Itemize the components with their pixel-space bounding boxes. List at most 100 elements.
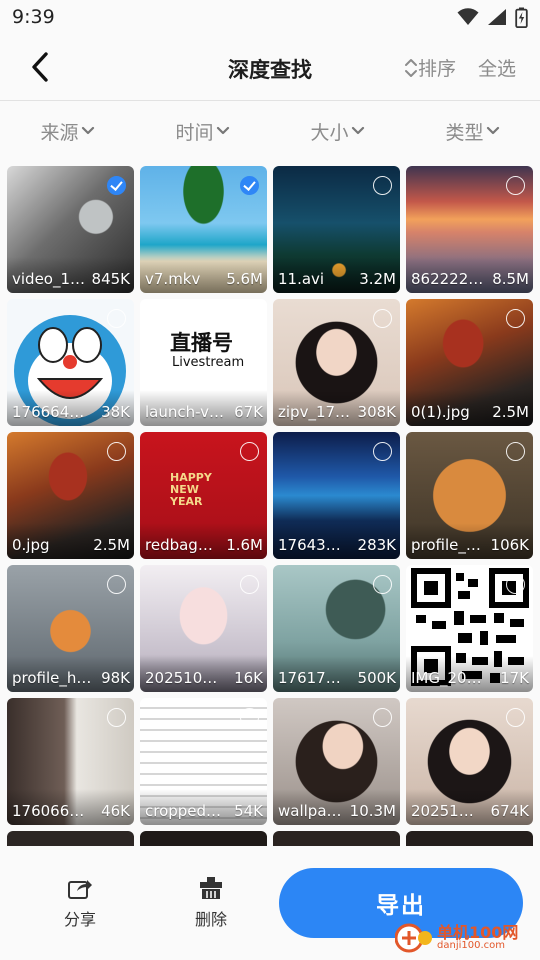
select-checkbox[interactable]	[373, 442, 392, 461]
chevron-down-icon	[81, 126, 94, 135]
launch-brand-text: 直播号	[170, 331, 233, 355]
file-tile[interactable]: 176066… 46K	[7, 698, 134, 825]
thumbnail	[140, 831, 267, 846]
select-checkbox[interactable]	[107, 575, 126, 594]
select-checkbox[interactable]	[373, 708, 392, 727]
file-name: v7.mkv	[145, 270, 201, 288]
file-name: 17643…	[278, 536, 341, 554]
file-size: 2.5M	[93, 536, 130, 554]
select-checkbox[interactable]	[373, 575, 392, 594]
filter-time[interactable]: 时间	[135, 101, 270, 161]
select-checkbox[interactable]	[506, 575, 525, 594]
file-name: profile_…	[411, 536, 481, 554]
file-size: 98K	[101, 669, 130, 687]
sort-button[interactable]: 排序	[404, 54, 456, 81]
file-size: 3.2M	[359, 270, 396, 288]
file-tile[interactable]: 176664… 38K	[7, 299, 134, 426]
share-label: 分享	[64, 910, 97, 929]
file-tile[interactable]: 直播号 Livestream launch-v… 67K	[140, 299, 267, 426]
thumbnail	[273, 831, 400, 846]
file-tile[interactable]: 17617… 500K	[273, 565, 400, 692]
file-name: zipv_17…	[278, 403, 351, 421]
file-tile[interactable]: profile_… 106K	[406, 432, 533, 559]
file-tile[interactable]: profile_h… 98K	[7, 565, 134, 692]
file-tile[interactable]	[7, 831, 134, 846]
file-size: 17K	[500, 669, 529, 687]
file-tile[interactable]: 862222… 8.5M	[406, 166, 533, 293]
filter-type[interactable]: 类型	[405, 101, 540, 161]
share-button[interactable]: 分享	[64, 876, 96, 930]
select-checkbox[interactable]	[107, 309, 126, 328]
status-bar: 9:39	[0, 0, 540, 34]
status-icons	[457, 7, 528, 28]
chevron-down-icon	[486, 126, 499, 135]
select-checkbox[interactable]	[107, 708, 126, 727]
select-checkbox[interactable]	[373, 309, 392, 328]
file-name: video_1…	[12, 270, 86, 288]
file-size: 845K	[91, 270, 130, 288]
file-size: 1.6M	[226, 536, 263, 554]
file-size: 674K	[490, 802, 529, 820]
file-name: 176066…	[12, 802, 85, 820]
select-checkbox[interactable]	[107, 442, 126, 461]
file-tile[interactable]: IMG_20… 17K	[406, 565, 533, 692]
file-tile[interactable]: 202510… 16K	[140, 565, 267, 692]
file-name: IMG_20…	[411, 669, 482, 687]
watermark-line2: danji100.com	[437, 940, 505, 951]
file-name: 176664…	[12, 403, 85, 421]
file-size: 500K	[357, 669, 396, 687]
filter-time-label: 时间	[175, 121, 214, 144]
file-name: redbag…	[145, 536, 213, 554]
watermark-logo-icon	[395, 923, 432, 953]
file-tile[interactable]: video_1… 845K	[7, 166, 134, 293]
thumbnail	[406, 831, 533, 846]
file-tile[interactable]	[140, 831, 267, 846]
select-all-button[interactable]: 全选	[478, 54, 516, 81]
file-tile[interactable]	[273, 831, 400, 846]
select-checkbox[interactable]	[506, 176, 525, 195]
file-name: cropped…	[145, 802, 222, 820]
select-checkbox[interactable]	[240, 575, 259, 594]
select-checkbox[interactable]	[506, 309, 525, 328]
file-tile[interactable]: 20251… 674K	[406, 698, 533, 825]
select-checkbox[interactable]	[373, 176, 392, 195]
filter-size[interactable]: 大小	[270, 101, 405, 161]
delete-icon	[200, 877, 222, 899]
file-tile[interactable]: 0(1).jpg 2.5M	[406, 299, 533, 426]
filter-source[interactable]: 来源	[0, 101, 135, 161]
select-checkbox[interactable]	[240, 176, 259, 195]
file-name: 0(1).jpg	[411, 403, 470, 421]
sort-label: 排序	[418, 58, 457, 80]
select-checkbox[interactable]	[107, 176, 126, 195]
file-size: 54K	[234, 802, 263, 820]
file-tile[interactable]	[406, 831, 533, 846]
file-tile[interactable]: v7.mkv 5.6M	[140, 166, 267, 293]
filter-type-label: 类型	[445, 121, 484, 144]
delete-button[interactable]: 删除	[195, 876, 227, 930]
page-title: 深度查找	[228, 58, 312, 82]
select-checkbox[interactable]	[240, 309, 259, 328]
file-tile[interactable]: 11.avi 3.2M	[273, 166, 400, 293]
select-checkbox[interactable]	[506, 708, 525, 727]
select-checkbox[interactable]	[240, 708, 259, 727]
select-checkbox[interactable]	[506, 442, 525, 461]
select-checkbox[interactable]	[240, 442, 259, 461]
watermark-line1: 单机100网	[437, 923, 519, 942]
file-name: wallpa…	[278, 802, 342, 820]
file-tile[interactable]: wallpa… 10.3M	[273, 698, 400, 825]
file-size: 308K	[357, 403, 396, 421]
file-tile[interactable]: 0.jpg 2.5M	[7, 432, 134, 559]
file-tile[interactable]: HAPPY NEW YEAR redbag… 1.6M	[140, 432, 267, 559]
title-bar: 深度查找 排序 全选	[0, 34, 540, 100]
file-size: 10.3M	[349, 802, 396, 820]
redbag-text: HAPPY NEW YEAR	[170, 471, 212, 509]
file-name: profile_h…	[12, 669, 90, 687]
file-tile[interactable]: cropped… 54K	[140, 698, 267, 825]
file-name: 17617…	[278, 669, 341, 687]
filter-source-label: 来源	[40, 121, 79, 144]
file-size: 38K	[101, 403, 130, 421]
file-tile[interactable]: 17643… 283K	[273, 432, 400, 559]
chevron-down-icon	[216, 126, 229, 135]
file-size: 283K	[357, 536, 396, 554]
file-tile[interactable]: zipv_17… 308K	[273, 299, 400, 426]
